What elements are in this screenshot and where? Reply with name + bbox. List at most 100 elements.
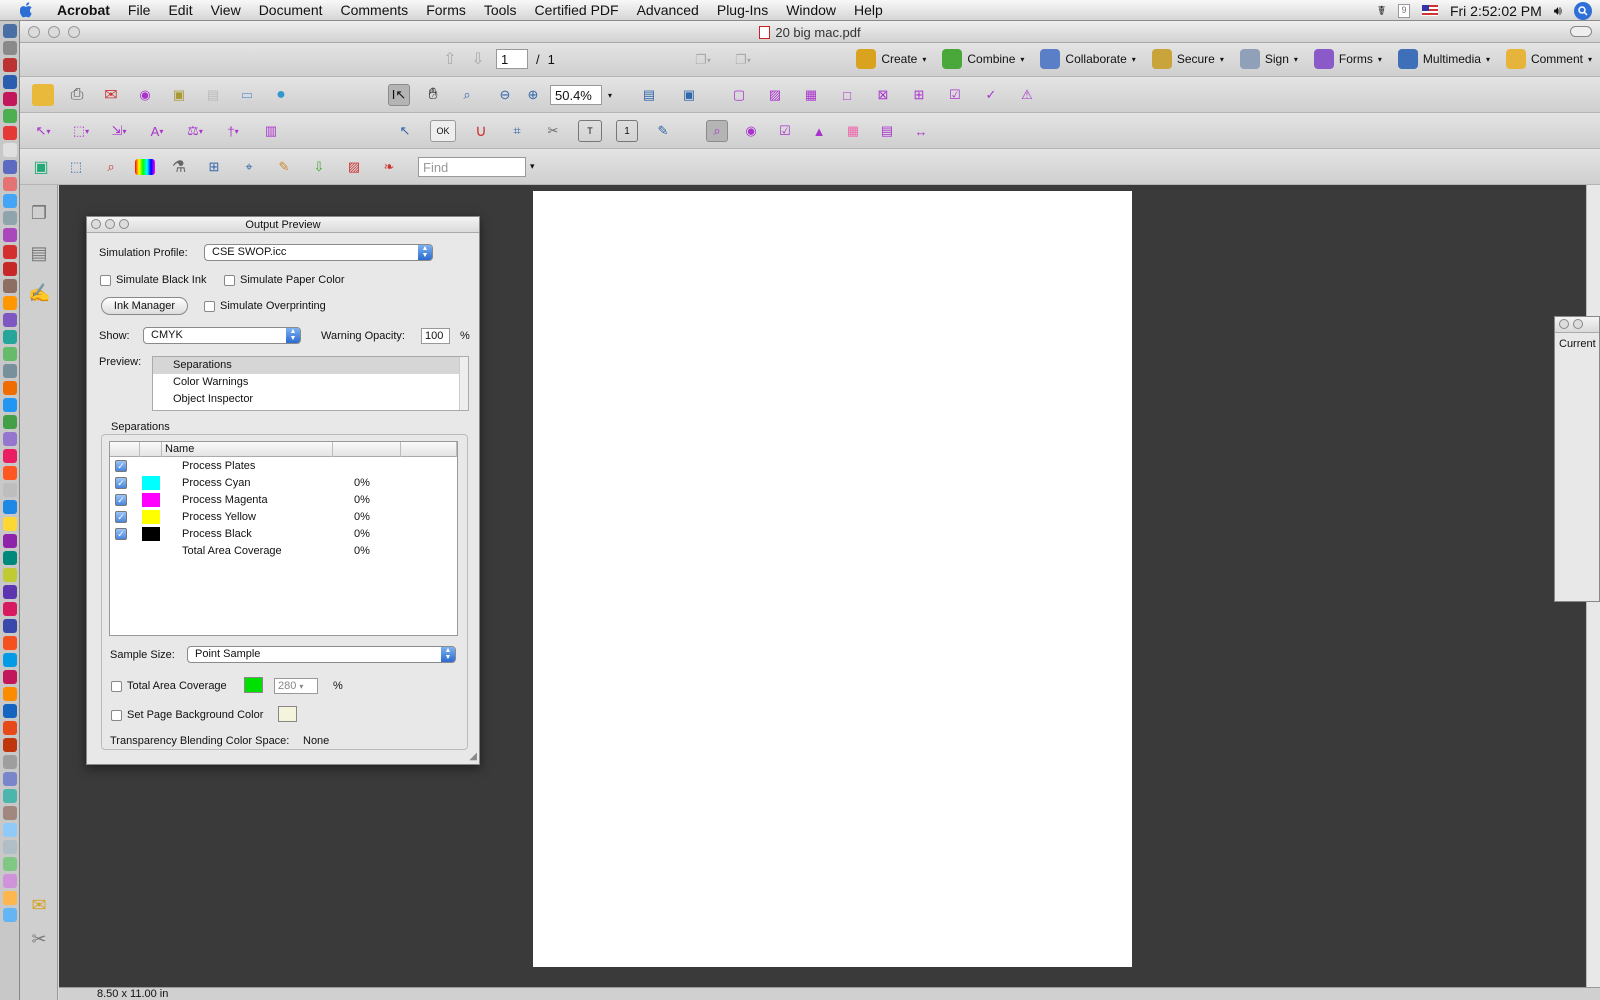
dock-app-icon[interactable] bbox=[3, 279, 17, 293]
create-task-button[interactable]: Create ▾ bbox=[848, 49, 934, 69]
multimedia-task-button[interactable]: Multimedia ▾ bbox=[1390, 49, 1498, 69]
dock-app-icon[interactable] bbox=[3, 721, 17, 735]
page-number-input[interactable]: 1 bbox=[496, 49, 528, 69]
resize-grip-icon[interactable]: ◢ bbox=[469, 751, 477, 762]
dialog-minimize-button[interactable] bbox=[105, 219, 115, 229]
pin-tool-icon[interactable]: † ▾ bbox=[222, 120, 244, 142]
ink-manager-icon[interactable]: ❧ bbox=[378, 156, 400, 178]
dock-app-icon[interactable] bbox=[3, 874, 17, 888]
output-preview-icon[interactable]: ⌕ bbox=[100, 156, 122, 178]
dock-app-icon[interactable] bbox=[3, 500, 17, 514]
collaborate-task-button[interactable]: Collaborate ▾ bbox=[1032, 49, 1143, 69]
menu-tools[interactable]: Tools bbox=[475, 2, 526, 18]
dock-app-icon[interactable] bbox=[3, 670, 17, 684]
dock-app-icon[interactable] bbox=[3, 262, 17, 276]
check-tool-icon[interactable]: ☑ bbox=[944, 84, 966, 106]
dialog-close-button[interactable] bbox=[91, 219, 101, 229]
dock-app-icon[interactable] bbox=[3, 381, 17, 395]
export-icon[interactable]: ⇩ bbox=[308, 156, 330, 178]
form-tool-icon[interactable]: ▥ bbox=[260, 120, 282, 142]
us-flag-icon[interactable] bbox=[1421, 5, 1438, 16]
zoom-level-input[interactable]: 50.4% bbox=[550, 85, 602, 105]
attach-icon[interactable]: ▣ bbox=[168, 84, 190, 106]
process-cyan-checkbox[interactable]: ✓ bbox=[115, 477, 127, 489]
preflight-icon[interactable]: ⚗ bbox=[168, 156, 190, 178]
dock-app-icon[interactable] bbox=[3, 602, 17, 616]
email-icon[interactable]: ✉ bbox=[100, 84, 122, 106]
save-icon[interactable]: ▤ bbox=[202, 84, 224, 106]
find-input[interactable]: Find bbox=[418, 157, 526, 177]
process-plates-checkbox[interactable]: ✓ bbox=[115, 460, 127, 472]
zoom-tool-icon[interactable]: ⌕ bbox=[456, 84, 478, 106]
zoom-out-icon[interactable]: ⊖ bbox=[494, 84, 516, 106]
preview-option-object-inspector[interactable]: Object Inspector bbox=[153, 391, 468, 408]
upload-globe-icon[interactable]: ● bbox=[270, 84, 292, 106]
dock-app-icon[interactable] bbox=[3, 449, 17, 463]
dock-app-icon[interactable] bbox=[3, 313, 17, 327]
total-area-coverage-checkbox[interactable] bbox=[111, 681, 122, 692]
image-form-icon[interactable]: ▲ bbox=[808, 120, 830, 142]
dock-app-icon[interactable] bbox=[3, 92, 17, 106]
link-tool-icon[interactable]: ⚖ ▾ bbox=[184, 120, 206, 142]
warning-opacity-input[interactable]: 100 bbox=[421, 328, 450, 344]
pointer-icon[interactable]: ↖ bbox=[394, 120, 416, 142]
edit-form-icon[interactable]: ✎ bbox=[652, 120, 674, 142]
trap-presets-icon[interactable]: ▣ bbox=[30, 156, 52, 178]
preview-option-separations[interactable]: Separations bbox=[153, 357, 468, 374]
dock-app-icon[interactable] bbox=[3, 704, 17, 718]
sample-size-select[interactable]: Point Sample ▲ ▼ bbox=[187, 646, 456, 663]
paperclip-icon[interactable]: ✂ bbox=[542, 120, 564, 142]
ok-button-icon[interactable]: OK bbox=[430, 120, 456, 142]
comments-icon[interactable]: ✉ bbox=[28, 895, 50, 917]
page-bg-color-swatch[interactable] bbox=[278, 706, 297, 722]
grid-tool-icon[interactable]: ⊞ bbox=[908, 84, 930, 106]
volume-icon[interactable]: 🔊︎ bbox=[1554, 3, 1562, 19]
menu-window[interactable]: Window bbox=[777, 2, 845, 18]
tac-value-input[interactable]: 280 ▾ bbox=[274, 678, 318, 694]
dock-app-icon[interactable] bbox=[3, 755, 17, 769]
extract-pages-icon[interactable]: ❐ ▾ bbox=[732, 49, 754, 71]
dock-app-icon[interactable] bbox=[3, 568, 17, 582]
dock-app-icon[interactable] bbox=[3, 466, 17, 480]
insert-pages-icon[interactable]: ❐ ▾ bbox=[692, 49, 714, 71]
dock-app-icon[interactable] bbox=[3, 738, 17, 752]
dock-app-icon[interactable] bbox=[3, 177, 17, 191]
menu-advanced[interactable]: Advanced bbox=[628, 2, 708, 18]
dock-app-icon[interactable] bbox=[3, 483, 17, 497]
dock-app-icon[interactable] bbox=[3, 109, 17, 123]
menu-certified-pdf[interactable]: Certified PDF bbox=[526, 2, 628, 18]
menu-clock[interactable]: Fri 2:52:02 PM bbox=[1450, 3, 1542, 19]
dock-app-icon[interactable] bbox=[3, 687, 17, 701]
process-magenta-checkbox[interactable]: ✓ bbox=[115, 494, 127, 506]
crop-tool-icon[interactable]: ▢ bbox=[728, 84, 750, 106]
previous-page-button[interactable]: ⇧ bbox=[440, 49, 460, 69]
next-page-button[interactable]: ⇩ bbox=[468, 49, 488, 69]
dock-app-icon[interactable] bbox=[3, 840, 17, 854]
colors-form-icon[interactable]: ▦ bbox=[842, 120, 864, 142]
menu-plug-ins[interactable]: Plug-Ins bbox=[708, 2, 777, 18]
dock-app-icon[interactable] bbox=[3, 24, 17, 38]
calendar-icon[interactable]: 9 bbox=[1397, 3, 1410, 18]
menu-acrobat[interactable]: Acrobat bbox=[48, 2, 119, 18]
show-select[interactable]: CMYK ▲ ▼ bbox=[143, 327, 301, 344]
dock-app-icon[interactable] bbox=[3, 636, 17, 650]
spotlight-icon[interactable] bbox=[1574, 1, 1592, 20]
bookmarks-icon[interactable]: ▤ bbox=[28, 243, 50, 265]
simulate-paper-color-checkbox[interactable] bbox=[224, 275, 235, 286]
dock-app-icon[interactable] bbox=[3, 585, 17, 599]
dock-app-icon[interactable] bbox=[3, 551, 17, 565]
dock-app-icon[interactable] bbox=[3, 41, 17, 55]
sign-task-button[interactable]: Sign ▾ bbox=[1232, 49, 1306, 69]
text-tool-icon[interactable]: A ▾ bbox=[146, 120, 168, 142]
checkbox-form-icon[interactable]: ☑ bbox=[774, 120, 796, 142]
transparency-icon[interactable]: ⌖ bbox=[238, 156, 260, 178]
validate-tool-icon[interactable]: ✓ bbox=[980, 84, 1002, 106]
hand-tool-icon[interactable]: ✋︎ bbox=[422, 84, 444, 106]
preview-list-scrollbar[interactable] bbox=[459, 357, 468, 410]
dock-app-icon[interactable] bbox=[3, 228, 17, 242]
attachments-icon[interactable]: ✂ bbox=[28, 929, 50, 951]
select-tool-icon[interactable]: I↖ bbox=[388, 84, 410, 106]
inspect-form-icon[interactable]: ⌕ bbox=[706, 120, 728, 142]
dock-app-icon[interactable] bbox=[3, 330, 17, 344]
arrow-tool-icon[interactable]: ⇲ ▾ bbox=[108, 120, 130, 142]
